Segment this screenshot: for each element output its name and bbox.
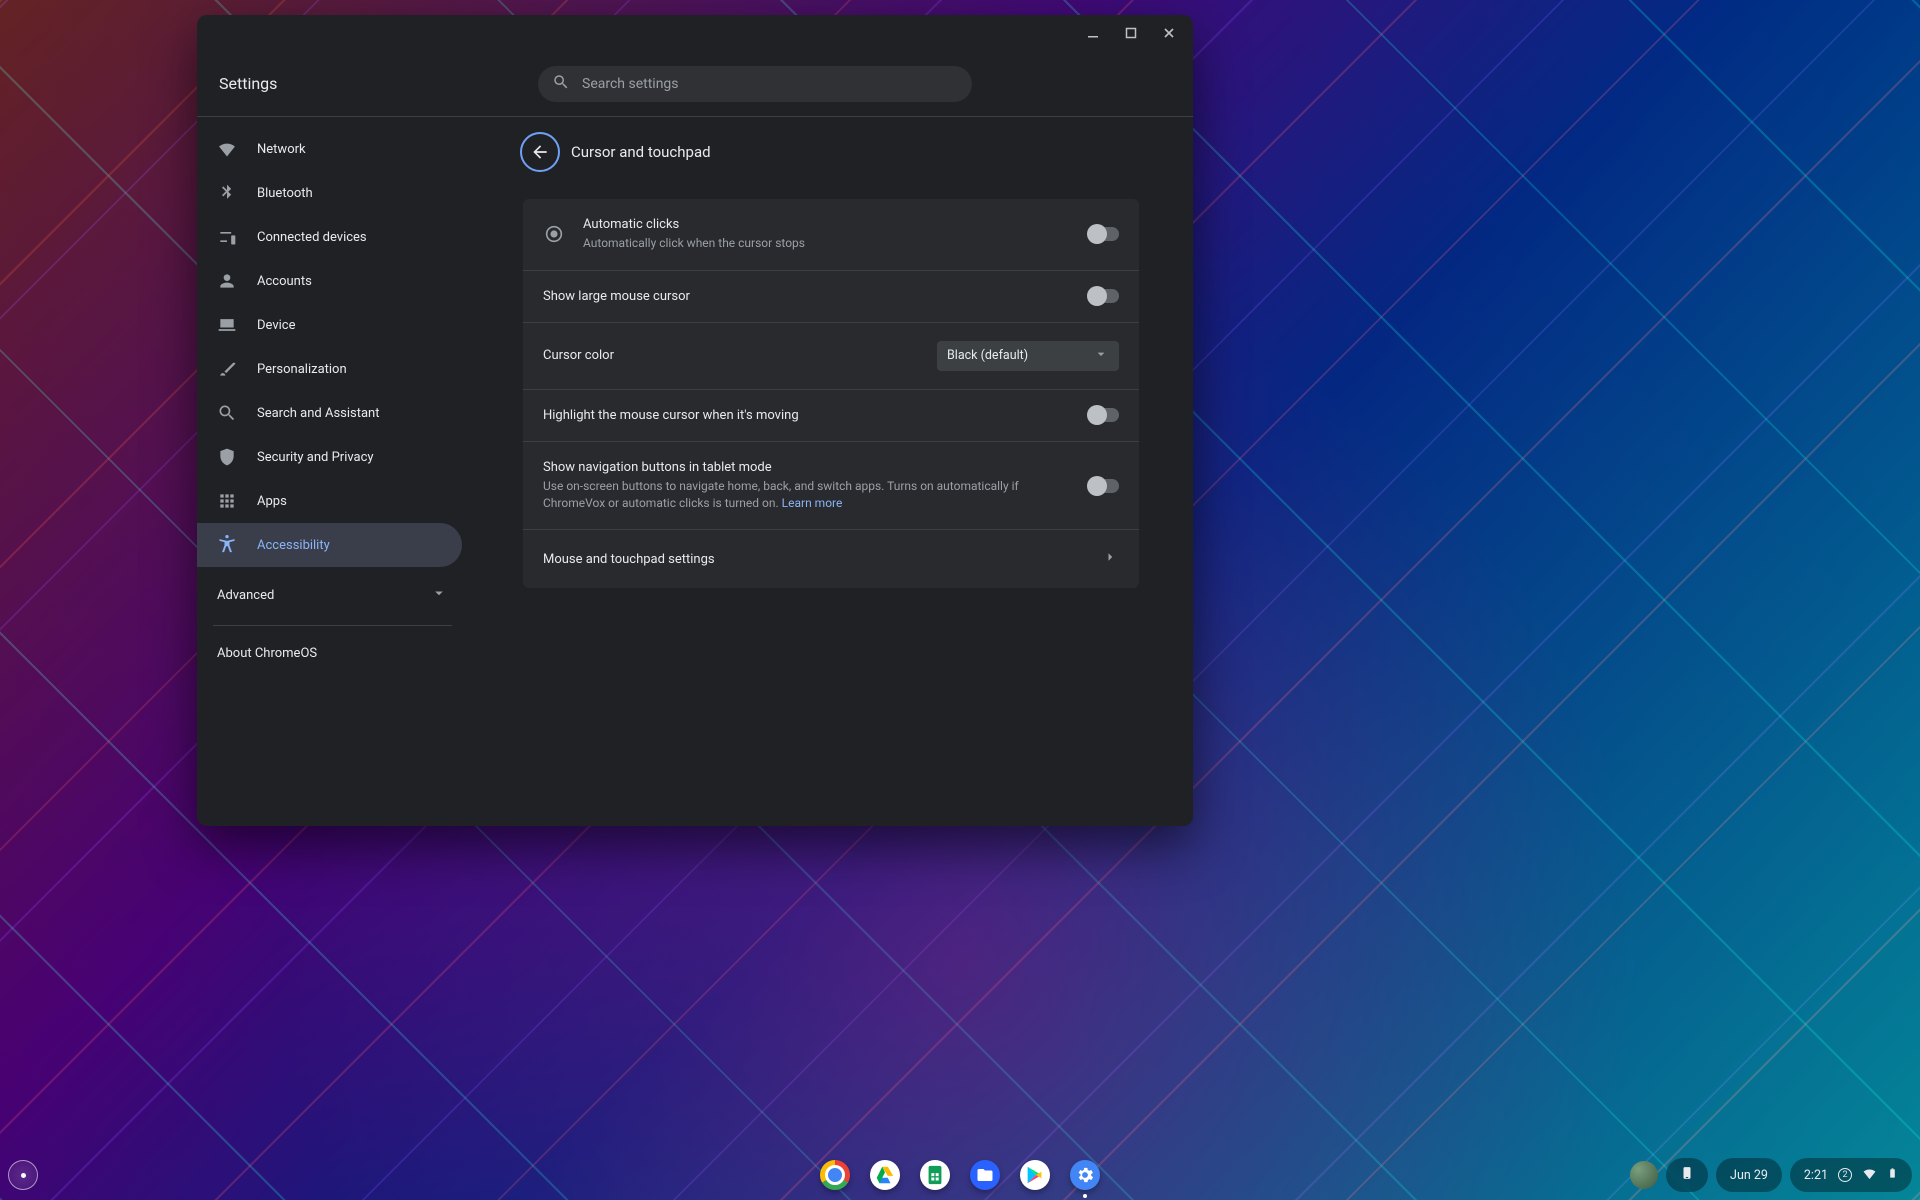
launcher-button[interactable] [8, 1160, 38, 1190]
select-value: Black (default) [947, 348, 1028, 363]
sidebar-item-label: Device [257, 318, 296, 333]
sidebar-item-bluetooth[interactable]: Bluetooth [197, 171, 462, 215]
wifi-icon [217, 139, 237, 159]
person-icon [217, 271, 237, 291]
sidebar-item-label: Apps [257, 494, 287, 509]
accessibility-icon [217, 535, 237, 555]
row-title: Show navigation buttons in tablet mode [543, 460, 1071, 475]
sidebar-about-chromeos[interactable]: About ChromeOS [197, 634, 468, 673]
row-highlight-cursor: Highlight the mouse cursor when it's mov… [523, 389, 1139, 441]
target-icon [543, 223, 565, 245]
toggle-highlight-cursor[interactable] [1089, 408, 1119, 422]
row-title: Highlight the mouse cursor when it's mov… [543, 408, 1071, 423]
row-subtitle: Automatically click when the cursor stop… [583, 235, 1071, 252]
page-header: Cursor and touchpad [523, 135, 1139, 169]
window-titlebar [197, 15, 1193, 51]
sidebar-item-connected-devices[interactable]: Connected devices [197, 215, 462, 259]
window-close-button[interactable] [1155, 19, 1183, 47]
shelf-app-chrome[interactable] [820, 1160, 850, 1190]
settings-card: Automatic clicks Automatically click whe… [523, 199, 1139, 588]
row-automatic-clicks: Automatic clicks Automatically click whe… [523, 199, 1139, 270]
sidebar-item-label: Accessibility [257, 538, 330, 553]
status-tray[interactable]: 2:21 2 [1790, 1158, 1912, 1192]
search-icon [217, 403, 237, 423]
back-button[interactable] [523, 135, 557, 169]
sidebar-item-label: Personalization [257, 362, 347, 377]
status-date: Jun 29 [1730, 1168, 1768, 1183]
settings-content: Cursor and touchpad Automatic clicks Aut… [469, 117, 1193, 826]
active-app-indicator [1083, 1194, 1087, 1198]
sidebar-item-security-privacy[interactable]: Security and Privacy [197, 435, 462, 479]
about-label: About ChromeOS [217, 646, 317, 661]
sidebar-divider [213, 625, 452, 626]
chevron-down-icon [430, 584, 448, 606]
row-large-cursor: Show large mouse cursor [523, 270, 1139, 322]
battery-icon [1887, 1165, 1898, 1185]
toggle-automatic-clicks[interactable] [1089, 227, 1119, 241]
row-title: Show large mouse cursor [543, 289, 1071, 304]
shelf-app-drive[interactable] [870, 1160, 900, 1190]
search-input[interactable] [582, 76, 958, 92]
sidebar-item-network[interactable]: Network [197, 127, 462, 171]
devices-icon [217, 227, 237, 247]
row-nav-buttons: Show navigation buttons in tablet mode U… [523, 441, 1139, 530]
shelf-app-settings[interactable] [1070, 1160, 1100, 1190]
toggle-large-cursor[interactable] [1089, 289, 1119, 303]
advanced-label: Advanced [217, 588, 274, 603]
calendar-pill[interactable]: Jun 29 [1716, 1158, 1782, 1192]
shelf-app-sheets[interactable] [920, 1160, 950, 1190]
search-icon [552, 73, 570, 95]
sidebar-item-device[interactable]: Device [197, 303, 462, 347]
bluetooth-icon [217, 183, 237, 203]
row-cursor-color: Cursor color Black (default) [523, 322, 1139, 389]
settings-sidebar: Network Bluetooth Connected devices Acco… [197, 117, 469, 826]
sidebar-item-label: Accounts [257, 274, 312, 289]
sidebar-advanced-toggle[interactable]: Advanced [197, 573, 468, 617]
laptop-icon [217, 315, 237, 335]
sidebar-item-apps[interactable]: Apps [197, 479, 462, 523]
row-title: Automatic clicks [583, 217, 1071, 232]
chevron-right-icon [1101, 548, 1119, 570]
cursor-color-select[interactable]: Black (default) [937, 341, 1119, 371]
chromeos-shelf: Jun 29 2:21 2 [0, 1150, 1920, 1200]
status-time: 2:21 [1804, 1168, 1828, 1183]
sidebar-item-label: Security and Privacy [257, 450, 374, 465]
brush-icon [217, 359, 237, 379]
shelf-pinned-apps [820, 1160, 1100, 1190]
settings-window: Settings Network Bluetooth Connected dev… [197, 15, 1193, 826]
sidebar-item-accessibility[interactable]: Accessibility [197, 523, 462, 567]
sidebar-item-label: Search and Assistant [257, 406, 380, 421]
page-title: Cursor and touchpad [571, 143, 711, 161]
shelf-app-play-store[interactable] [1020, 1160, 1050, 1190]
sidebar-item-label: Connected devices [257, 230, 367, 245]
row-subtitle: Use on-screen buttons to navigate home, … [543, 478, 1071, 512]
stylus-tools-button[interactable] [1630, 1161, 1658, 1189]
row-title: Cursor color [543, 348, 919, 363]
toggle-nav-buttons[interactable] [1089, 479, 1119, 493]
learn-more-link[interactable]: Learn more [782, 496, 843, 510]
sidebar-item-accounts[interactable]: Accounts [197, 259, 462, 303]
row-title: Mouse and touchpad settings [543, 552, 715, 567]
phone-icon [1680, 1164, 1694, 1186]
sidebar-item-search-assistant[interactable]: Search and Assistant [197, 391, 462, 435]
sidebar-item-label: Network [257, 142, 306, 157]
sidebar-item-label: Bluetooth [257, 186, 313, 201]
app-title: Settings [217, 74, 357, 93]
window-minimize-button[interactable] [1079, 19, 1107, 47]
shield-icon [217, 447, 237, 467]
row-mouse-touchpad-settings[interactable]: Mouse and touchpad settings [523, 529, 1139, 588]
settings-header: Settings [197, 51, 1193, 117]
sidebar-item-personalization[interactable]: Personalization [197, 347, 462, 391]
apps-grid-icon [217, 491, 237, 511]
chevron-down-icon [1093, 346, 1109, 366]
phone-hub-button[interactable] [1666, 1158, 1708, 1192]
notification-count-badge: 2 [1838, 1168, 1852, 1182]
shelf-app-files[interactable] [970, 1160, 1000, 1190]
search-settings-field[interactable] [538, 66, 972, 102]
wifi-icon [1862, 1166, 1877, 1185]
window-maximize-button[interactable] [1117, 19, 1145, 47]
